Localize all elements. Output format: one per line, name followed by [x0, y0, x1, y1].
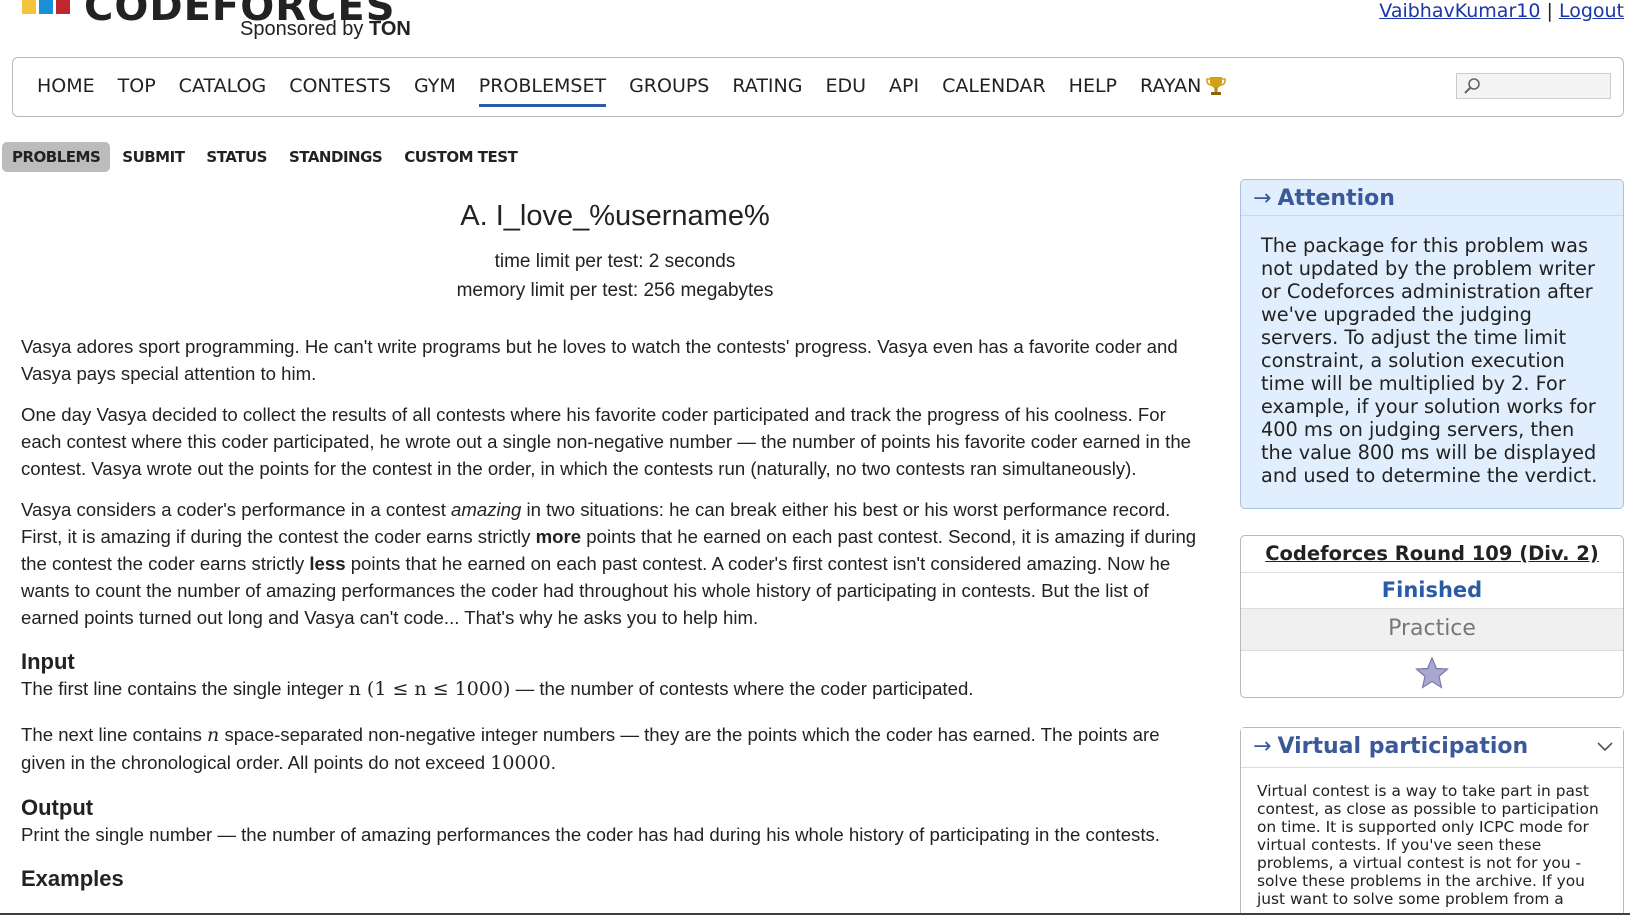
legend-paragraph-2: One day Vasya decided to collect the res… [21, 404, 1192, 479]
examples-title: Examples [21, 866, 124, 891]
user-links-separator: | [1546, 0, 1553, 22]
arrow-right-icon: → [1253, 734, 1272, 759]
attention-title: Attention [1277, 186, 1395, 211]
logo-blocks-icon [22, 0, 73, 19]
username-link[interactable]: VaibhavKumar10 [1379, 0, 1540, 22]
input-line-1: The first line contains the single integ… [21, 678, 974, 700]
virtual-title: Virtual participation [1277, 734, 1529, 759]
virtual-header[interactable]: → Virtual participation [1241, 728, 1623, 768]
legend-paragraph-3: Vasya considers a coder's performance in… [21, 499, 1197, 628]
main-nav: HOME TOP CATALOG CONTESTS GYM PROBLEMSET… [12, 57, 1624, 117]
input-title: Input [21, 649, 75, 674]
nav-edu[interactable]: EDU [825, 75, 866, 97]
attention-header: → Attention [1241, 180, 1623, 216]
contest-info-box: Codeforces Round 109 (Div. 2) Finished P… [1240, 535, 1624, 698]
nav-rating[interactable]: RATING [732, 75, 802, 97]
nav-top[interactable]: TOP [118, 75, 156, 97]
nav-calendar[interactable]: CALENDAR [942, 75, 1046, 97]
subnav-custom-test[interactable]: CUSTOM TEST [394, 142, 527, 172]
nav-rayan[interactable]: RAYAN [1140, 75, 1227, 97]
input-constraint-math: n (1 ≤ n ≤ 1000) [348, 678, 511, 700]
search-icon [1464, 78, 1480, 94]
memory-limit: memory limit per test: 256 megabytes [456, 280, 774, 301]
virtual-text: Virtual contest is a way to take part in… [1257, 782, 1599, 908]
problem-statement: A. I_love_%username% time limit per test… [21, 200, 1209, 892]
favorite-star[interactable] [1241, 651, 1623, 697]
subnav-standings[interactable]: STANDINGS [279, 142, 392, 172]
chevron-down-icon[interactable] [1597, 740, 1613, 752]
output-title: Output [21, 795, 94, 820]
subnav-submit[interactable]: SUBMIT [112, 142, 194, 172]
nav-groups[interactable]: GROUPS [629, 75, 709, 97]
sponsor-line: Sponsored by TON [240, 18, 411, 40]
nav-help[interactable]: HELP [1069, 75, 1117, 97]
round-name-link[interactable]: Codeforces Round 109 (Div. 2) [1241, 536, 1623, 573]
problem-title: A. I_love_%username% [460, 200, 770, 232]
nav-problemset[interactable]: PROBLEMSET [478, 75, 607, 107]
nav-contests[interactable]: CONTESTS [289, 75, 391, 97]
output-text: Print the single number — the number of … [21, 824, 1160, 845]
star-icon [1414, 656, 1450, 689]
arrow-right-icon: → [1253, 186, 1272, 211]
search-input[interactable] [1456, 73, 1611, 99]
emphasis-amazing: amazing [451, 499, 522, 520]
codeforces-logo[interactable]: CODEFORCES Sponsored by TON [22, 0, 411, 40]
time-limit: time limit per test: 2 seconds [494, 251, 736, 272]
input-line-2: The next line contains n space-separated… [21, 724, 1160, 774]
subnav-status[interactable]: STATUS [196, 142, 277, 172]
attention-box: → Attention The package for this problem … [1240, 179, 1624, 509]
emphasis-less: less [309, 553, 346, 574]
sub-nav: PROBLEMS SUBMIT STATUS STANDINGS CUSTOM … [2, 142, 529, 172]
nav-gym[interactable]: GYM [414, 75, 456, 97]
user-links: VaibhavKumar10 | Logout [1379, 0, 1624, 22]
virtual-participation-box: → Virtual participation Virtual contest i… [1240, 727, 1624, 915]
trophy-icon [1206, 77, 1227, 95]
nav-catalog[interactable]: CATALOG [179, 75, 267, 97]
logout-link[interactable]: Logout [1559, 0, 1624, 22]
round-mode: Practice [1241, 609, 1623, 651]
round-status: Finished [1241, 573, 1623, 609]
nav-home[interactable]: HOME [37, 75, 95, 97]
subnav-problems[interactable]: PROBLEMS [2, 142, 111, 172]
legend-paragraph-1: Vasya adores sport programming. He can't… [21, 336, 1178, 384]
nav-api[interactable]: API [889, 75, 919, 97]
nav-rayan-label: RAYAN [1140, 75, 1202, 97]
attention-text: The package for this problem was not upd… [1261, 234, 1598, 487]
emphasis-more: more [535, 526, 582, 547]
